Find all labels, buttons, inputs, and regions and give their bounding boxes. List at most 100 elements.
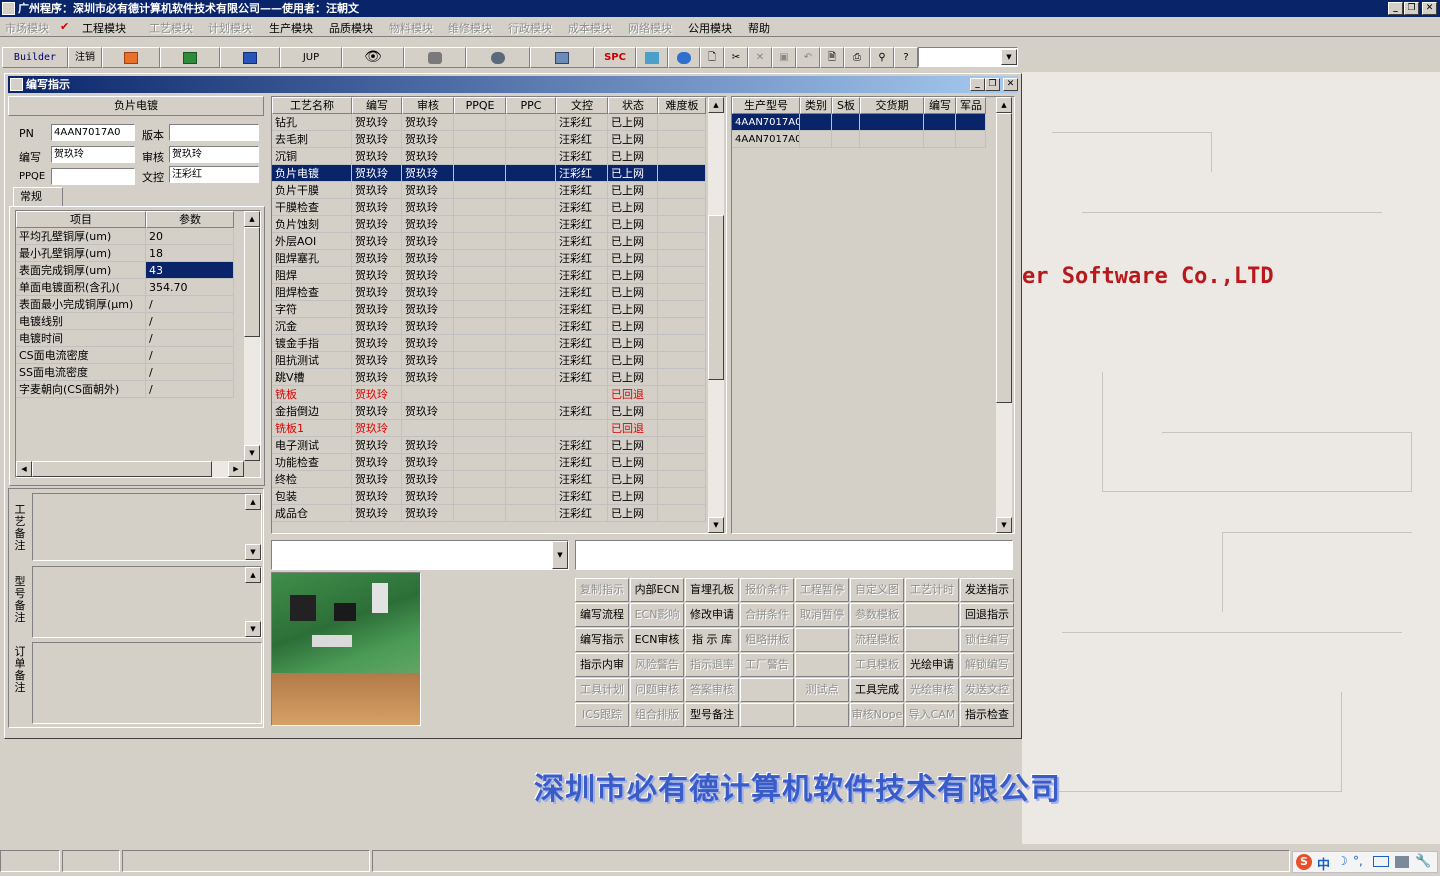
process-cell[interactable]: [658, 505, 706, 522]
process-cell[interactable]: 阻焊检查: [272, 284, 352, 301]
process-cell[interactable]: [402, 386, 454, 403]
model-cell[interactable]: [832, 131, 860, 148]
process-cell[interactable]: [454, 233, 506, 250]
action-button[interactable]: 工厂警告: [740, 653, 794, 677]
process-cell[interactable]: [506, 250, 556, 267]
model-header-4[interactable]: 编写: [924, 97, 956, 114]
menu-repair[interactable]: 维修模块: [448, 20, 492, 36]
process-cell[interactable]: 去毛刺: [272, 131, 352, 148]
menu-admin[interactable]: 行政模块: [508, 20, 552, 36]
process-vscroll[interactable]: ▲ ▼: [708, 97, 724, 533]
process-cell[interactable]: 包装: [272, 488, 352, 505]
process-cell[interactable]: [658, 352, 706, 369]
process-cell[interactable]: 贺玖玲: [402, 216, 454, 233]
process-cell[interactable]: [658, 131, 706, 148]
process-cell[interactable]: 铣板1: [272, 420, 352, 437]
process-cell[interactable]: [658, 420, 706, 437]
process-cell[interactable]: 已上网: [608, 131, 658, 148]
param-value-cell[interactable]: /: [146, 313, 234, 330]
process-cell[interactable]: 贺玖玲: [352, 182, 402, 199]
process-cell[interactable]: 干膜检查: [272, 199, 352, 216]
help-button[interactable]: ?: [894, 47, 918, 68]
close-button[interactable]: ✕: [1422, 2, 1437, 15]
menu-help[interactable]: 帮助: [748, 20, 770, 36]
model-cell[interactable]: 4AAN7017A0: [732, 131, 800, 148]
builder-button[interactable]: Builder: [2, 47, 68, 68]
process-cell[interactable]: [454, 420, 506, 437]
process-cell[interactable]: 汪彩红: [556, 216, 608, 233]
new-button[interactable]: 🗋: [700, 47, 724, 68]
process-cell[interactable]: [454, 335, 506, 352]
process-cell[interactable]: [506, 165, 556, 182]
model-cell[interactable]: 4AAN7017A0: [732, 114, 800, 131]
action-button[interactable]: 合拼条件: [740, 603, 794, 627]
process-cell[interactable]: [506, 488, 556, 505]
process-cell[interactable]: 贺玖玲: [402, 403, 454, 420]
process-cell[interactable]: 已上网: [608, 182, 658, 199]
process-header-7[interactable]: 难度板: [658, 97, 706, 114]
process-cell[interactable]: 贺玖玲: [352, 216, 402, 233]
action-button[interactable]: 型号备注: [685, 703, 739, 727]
process-cell[interactable]: 沉铜: [272, 148, 352, 165]
process-cell[interactable]: 贺玖玲: [352, 233, 402, 250]
process-cell[interactable]: [506, 454, 556, 471]
process-cell[interactable]: 钻孔: [272, 114, 352, 131]
minimize-button[interactable]: _: [1388, 2, 1403, 15]
action-button[interactable]: 测试点: [795, 678, 849, 702]
scroll-down-icon[interactable]: ▼: [708, 517, 724, 533]
scroll-left-icon[interactable]: ◀: [16, 461, 32, 477]
process-cell[interactable]: 贺玖玲: [402, 182, 454, 199]
version-field[interactable]: [169, 124, 259, 141]
view-button[interactable]: 👁: [342, 47, 404, 68]
process-cell[interactable]: 贺玖玲: [402, 471, 454, 488]
process-cell[interactable]: 贺玖玲: [402, 131, 454, 148]
param-value-cell[interactable]: 43: [146, 262, 234, 279]
process-cell[interactable]: 汪彩红: [556, 488, 608, 505]
action-button[interactable]: 光绘审核: [905, 678, 959, 702]
process-cell[interactable]: [658, 216, 706, 233]
action-button[interactable]: 风险警告: [630, 653, 684, 677]
process-cell[interactable]: 贺玖玲: [352, 403, 402, 420]
action-button[interactable]: 编写指示: [575, 628, 629, 652]
action-button[interactable]: 审核Nope: [850, 703, 904, 727]
jup-button[interactable]: JUP: [280, 47, 342, 68]
process-cell[interactable]: 已上网: [608, 471, 658, 488]
process-cell[interactable]: 镀金手指: [272, 335, 352, 352]
action-button[interactable]: 内部ECN: [630, 578, 684, 602]
database-button[interactable]: [404, 47, 466, 68]
toolbar-combo[interactable]: ▼: [918, 47, 1018, 67]
scroll-right-icon[interactable]: ▶: [228, 461, 244, 477]
powerpoint-button[interactable]: [102, 47, 160, 68]
process-cell[interactable]: [658, 233, 706, 250]
bottom-combo-left[interactable]: ▼: [271, 540, 569, 570]
process-cell[interactable]: [454, 318, 506, 335]
action-button[interactable]: 工程暂停: [795, 578, 849, 602]
process-cell[interactable]: 贺玖玲: [352, 369, 402, 386]
process-cell[interactable]: 汪彩红: [556, 250, 608, 267]
process-cell[interactable]: 负片干膜: [272, 182, 352, 199]
action-button[interactable]: 流程模板: [850, 628, 904, 652]
process-cell[interactable]: [454, 250, 506, 267]
process-cell[interactable]: 已上网: [608, 250, 658, 267]
process-cell[interactable]: 跳V槽: [272, 369, 352, 386]
process-cell[interactable]: 已上网: [608, 369, 658, 386]
action-button-empty[interactable]: [905, 628, 959, 652]
action-button[interactable]: 解锁编写: [960, 653, 1014, 677]
menu-process[interactable]: 工艺模块: [149, 20, 193, 36]
action-button-empty[interactable]: [740, 703, 794, 727]
process-cell[interactable]: 已上网: [608, 352, 658, 369]
action-button[interactable]: 锁住编写: [960, 628, 1014, 652]
params-hscroll[interactable]: ◀ ▶: [16, 461, 244, 477]
process-cell[interactable]: [506, 437, 556, 454]
process-header-2[interactable]: 审核: [402, 97, 454, 114]
model-cell[interactable]: [924, 131, 956, 148]
process-cell[interactable]: 已上网: [608, 199, 658, 216]
process-cell[interactable]: [658, 267, 706, 284]
process-cell[interactable]: [658, 165, 706, 182]
process-cell[interactable]: 已上网: [608, 216, 658, 233]
process-cell[interactable]: [454, 471, 506, 488]
process-cell[interactable]: [506, 131, 556, 148]
action-button[interactable]: 取消暂停: [795, 603, 849, 627]
action-button-empty[interactable]: [795, 703, 849, 727]
process-cell[interactable]: 汪彩红: [556, 301, 608, 318]
